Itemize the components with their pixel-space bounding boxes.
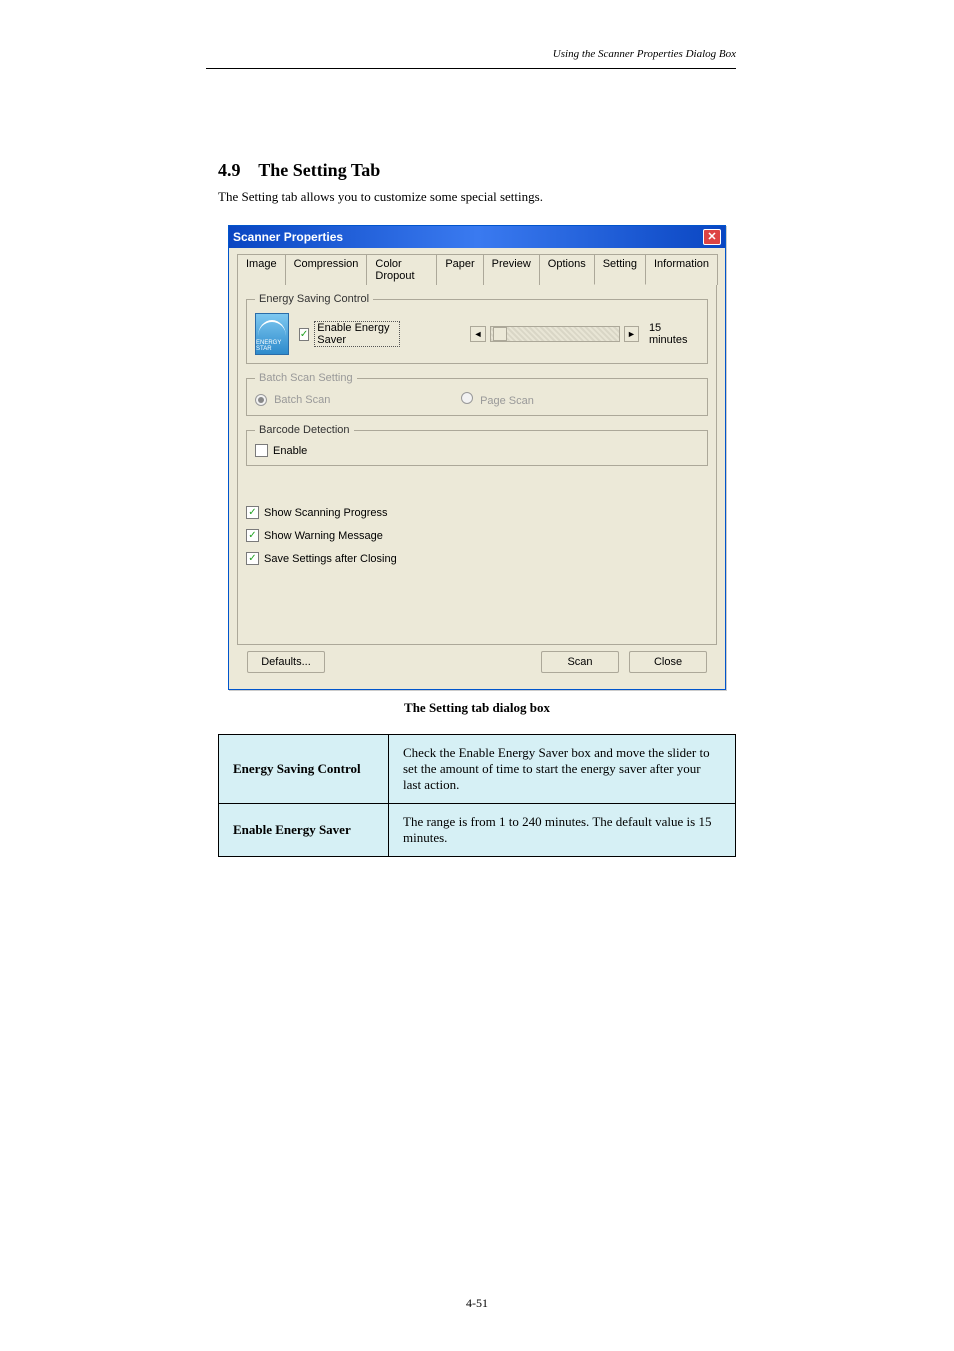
energy-saving-legend: Energy Saving Control (255, 293, 373, 305)
energy-saving-group: Energy Saving Control ENERGY STAR Enable… (246, 293, 708, 364)
batch-scan-legend: Batch Scan Setting (255, 372, 357, 384)
table-cell-label: Enable Energy Saver (219, 804, 389, 857)
dialog-titlebar: Scanner Properties ✕ (229, 226, 725, 248)
tab-information[interactable]: Information (645, 254, 718, 285)
table-cell-label: Energy Saving Control (219, 735, 389, 804)
tab-setting[interactable]: Setting (594, 254, 646, 285)
energy-star-logo: ENERGY STAR (255, 313, 289, 355)
show-warning-message-checkbox[interactable] (246, 529, 259, 542)
energy-star-logo-text: ENERGY STAR (256, 340, 288, 352)
table-cell-text: Check the Enable Energy Saver box and mo… (389, 735, 736, 804)
section-description: The Setting tab allows you to customize … (218, 188, 736, 206)
tab-preview[interactable]: Preview (483, 254, 540, 285)
energy-saver-slider-track[interactable] (490, 326, 620, 342)
show-warning-message-label: Show Warning Message (264, 530, 383, 542)
save-settings-label: Save Settings after Closing (264, 553, 397, 565)
table-row: Energy Saving Control Check the Enable E… (219, 735, 736, 804)
arrow-left-icon: ◄ (474, 329, 483, 339)
page-footer-number: 4-51 (0, 1296, 954, 1311)
enable-energy-saver-checkbox[interactable] (299, 328, 309, 341)
slider-increment-button[interactable]: ► (624, 326, 639, 342)
enable-energy-saver-label: Enable Energy Saver (314, 321, 400, 347)
tab-compression[interactable]: Compression (285, 254, 368, 285)
figure-caption: The Setting tab dialog box (218, 700, 736, 716)
table-row: Enable Energy Saver The range is from 1 … (219, 804, 736, 857)
arrow-right-icon: ► (627, 329, 636, 339)
batch-scan-radio (255, 394, 267, 406)
page-scan-radio (461, 392, 473, 404)
barcode-detection-legend: Barcode Detection (255, 424, 354, 436)
close-button[interactable]: ✕ (703, 229, 721, 245)
dialog-tabs: Image Compression Color Dropout Paper Pr… (237, 254, 717, 285)
page-scan-option: Page Scan (461, 392, 534, 407)
close-dialog-button[interactable]: Close (629, 651, 707, 673)
scanner-properties-dialog: Scanner Properties ✕ Image Compression C… (228, 225, 726, 690)
tab-image[interactable]: Image (237, 254, 286, 285)
barcode-detection-group: Barcode Detection Enable (246, 424, 708, 466)
tab-options[interactable]: Options (539, 254, 595, 285)
tab-panel-setting: Energy Saving Control ENERGY STAR Enable… (237, 285, 717, 645)
settings-description-table: Energy Saving Control Check the Enable E… (218, 734, 736, 857)
barcode-enable-checkbox[interactable] (255, 444, 268, 457)
header-divider (206, 68, 736, 69)
tab-paper[interactable]: Paper (436, 254, 483, 285)
save-settings-checkbox[interactable] (246, 552, 259, 565)
table-cell-text: The range is from 1 to 240 minutes. The … (389, 804, 736, 857)
section-number: 4.9 (218, 160, 241, 180)
close-icon: ✕ (707, 232, 716, 243)
section-heading: 4.9 The Setting Tab (218, 160, 380, 181)
batch-scan-option: Batch Scan (255, 394, 455, 406)
batch-scan-label: Batch Scan (274, 394, 330, 406)
slider-decrement-button[interactable]: ◄ (470, 326, 485, 342)
show-scanning-progress-checkbox[interactable] (246, 506, 259, 519)
defaults-button[interactable]: Defaults... (247, 651, 325, 673)
section-title-text: The Setting Tab (258, 160, 380, 180)
scan-button[interactable]: Scan (541, 651, 619, 673)
barcode-enable-label: Enable (273, 445, 307, 457)
batch-scan-group: Batch Scan Setting Batch Scan Page Scan (246, 372, 708, 416)
tab-color-dropout[interactable]: Color Dropout (366, 254, 437, 285)
header-running-title: Using the Scanner Properties Dialog Box (553, 48, 736, 60)
energy-saver-slider-thumb[interactable] (493, 327, 507, 341)
dialog-title: Scanner Properties (233, 230, 343, 244)
energy-saver-value-label: 15 minutes (649, 322, 699, 346)
page-scan-label: Page Scan (480, 395, 534, 407)
show-scanning-progress-label: Show Scanning Progress (264, 507, 388, 519)
